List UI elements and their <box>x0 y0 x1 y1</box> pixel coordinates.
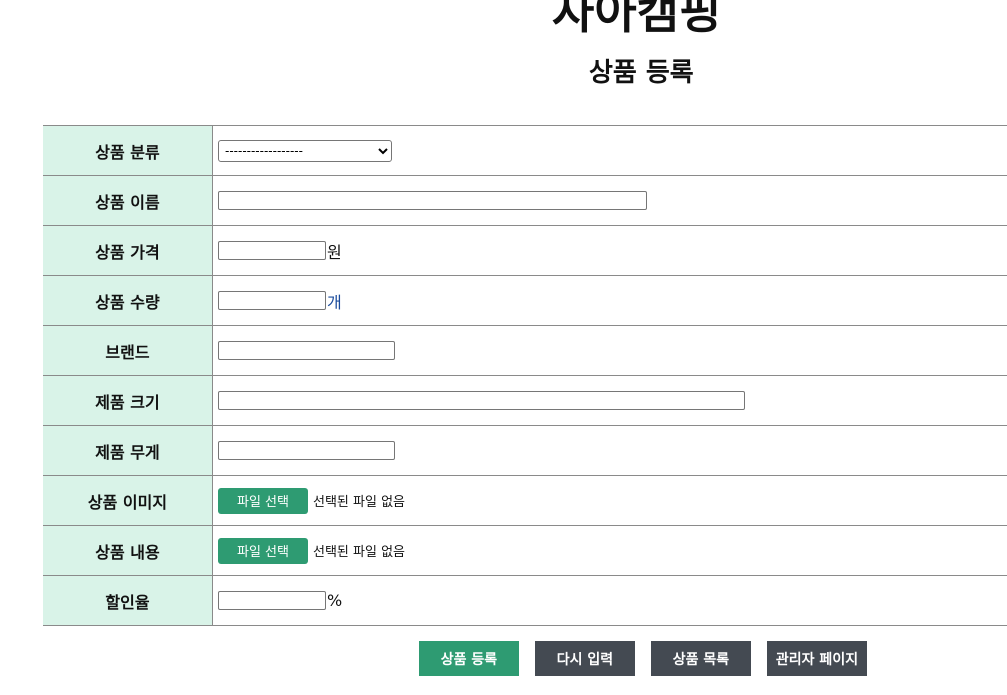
category-select[interactable]: ------------------ <box>218 139 392 162</box>
size-label: 제품 크기 <box>43 376 213 425</box>
name-input[interactable] <box>218 191 647 210</box>
content-file-status: 선택된 파일 없음 <box>313 545 405 560</box>
action-buttons: 상품 등록 다시 입력 상품 목록 관리자 페이지 <box>419 641 883 676</box>
brand-input[interactable] <box>218 341 395 360</box>
site-title: 자아캠핑 <box>552 0 722 39</box>
size-input[interactable] <box>218 391 745 410</box>
name-cell <box>213 176 1007 225</box>
content-file-button[interactable]: 파일 선택 <box>218 537 308 564</box>
page-title: 상품 등록 <box>589 58 694 88</box>
brand-label: 브랜드 <box>43 326 213 375</box>
content-cell: 파일 선택 선택된 파일 없음 <box>213 526 1007 575</box>
content-label: 상품 내용 <box>43 526 213 575</box>
form-row-image: 상품 이미지 파일 선택 선택된 파일 없음 <box>43 476 1007 526</box>
form-row-category: 상품 분류 ------------------ <box>43 126 1007 176</box>
category-label: 상품 분류 <box>43 126 213 175</box>
quantity-label: 상품 수량 <box>43 276 213 325</box>
form-row-price: 상품 가격 원 <box>43 226 1007 276</box>
brand-cell <box>213 326 1007 375</box>
discount-input[interactable] <box>218 591 326 610</box>
price-input[interactable] <box>218 241 326 260</box>
form-row-content: 상품 내용 파일 선택 선택된 파일 없음 <box>43 526 1007 576</box>
form-row-discount: 할인율 % <box>43 576 1007 626</box>
form-row-name: 상품 이름 <box>43 176 1007 226</box>
image-file-status: 선택된 파일 없음 <box>313 495 405 510</box>
weight-label: 제품 무게 <box>43 426 213 475</box>
price-cell: 원 <box>213 226 1007 275</box>
price-label: 상품 가격 <box>43 226 213 275</box>
admin-page-button[interactable]: 관리자 페이지 <box>767 641 867 676</box>
weight-input[interactable] <box>218 441 395 460</box>
size-cell <box>213 376 1007 425</box>
image-label: 상품 이미지 <box>43 476 213 525</box>
quantity-input[interactable] <box>218 291 326 310</box>
form-row-brand: 브랜드 <box>43 326 1007 376</box>
weight-cell <box>213 426 1007 475</box>
quantity-cell: 개 <box>213 276 1007 325</box>
image-cell: 파일 선택 선택된 파일 없음 <box>213 476 1007 525</box>
form-row-weight: 제품 무게 <box>43 426 1007 476</box>
form-row-size: 제품 크기 <box>43 376 1007 426</box>
discount-label: 할인율 <box>43 576 213 625</box>
category-cell: ------------------ <box>213 126 1007 175</box>
reset-button[interactable]: 다시 입력 <box>535 641 635 676</box>
quantity-unit: 개 <box>327 292 342 312</box>
discount-cell: % <box>213 576 1007 625</box>
product-form-table: 상품 분류 ------------------ 상품 이름 상품 가격 원 상… <box>43 125 1007 626</box>
price-unit: 원 <box>327 242 342 262</box>
register-button[interactable]: 상품 등록 <box>419 641 519 676</box>
name-label: 상품 이름 <box>43 176 213 225</box>
form-row-quantity: 상품 수량 개 <box>43 276 1007 326</box>
image-file-button[interactable]: 파일 선택 <box>218 487 308 514</box>
product-list-button[interactable]: 상품 목록 <box>651 641 751 676</box>
discount-unit: % <box>327 591 343 610</box>
